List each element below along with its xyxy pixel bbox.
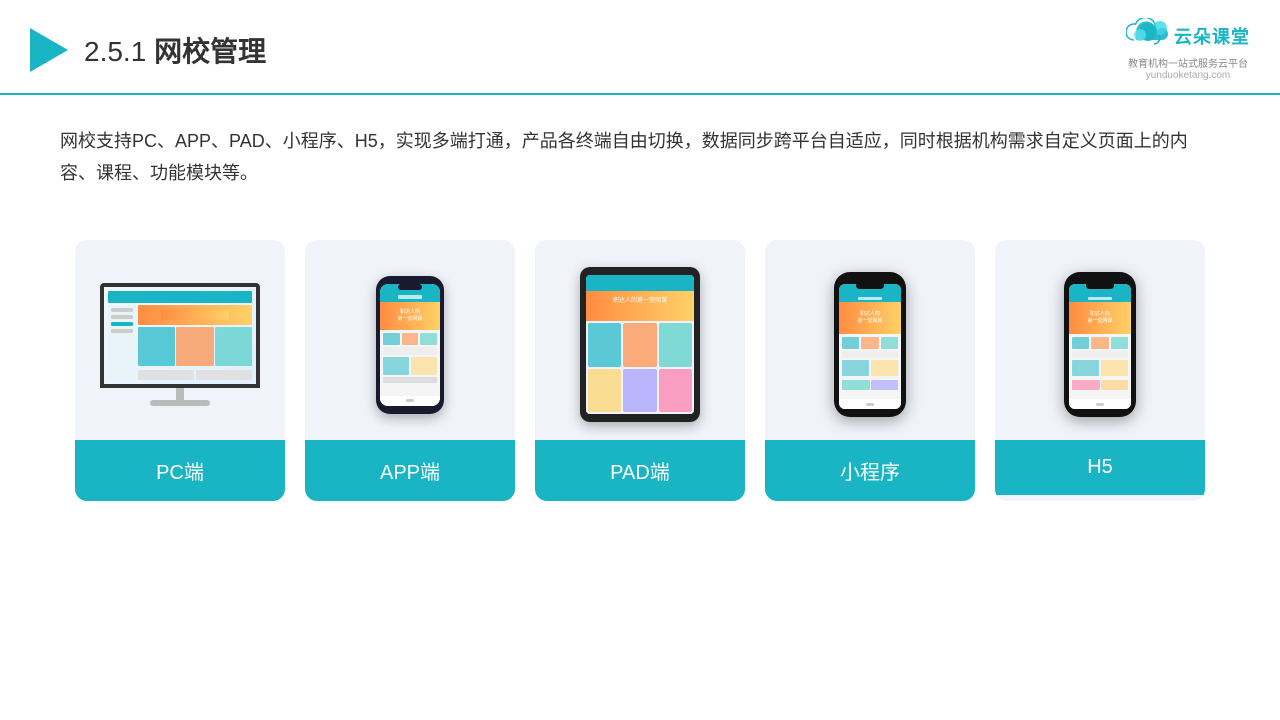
header-left: 2.5.1 网校管理 <box>30 28 266 72</box>
card-miniapp: 职达人的第一堂网课 <box>765 240 975 501</box>
phone-notch-small-h5 <box>1086 282 1114 289</box>
card-h5: 职达人的第一堂网课 <box>995 240 1205 501</box>
card-miniapp-image: 职达人的第一堂网课 <box>765 240 975 440</box>
card-app-label: APP端 <box>305 440 515 501</box>
description-text: 网校支持PC、APP、PAD、小程序、H5，实现多端打通，产品各终端自由切换，数… <box>0 95 1280 200</box>
monitor-screen <box>100 283 260 388</box>
header: 2.5.1 网校管理 云朵课堂 教育机构一站式服务云平台 yunduoketan… <box>0 0 1280 95</box>
cloud-icon <box>1126 18 1170 53</box>
phone-screen-h5: 职达人的第一堂网课 <box>1069 284 1131 409</box>
title-cn: 网校管理 <box>154 36 266 67</box>
phone-mockup-h5: 职达人的第一堂网课 <box>1064 272 1136 417</box>
logo-domain: yunduoketang.com <box>1146 70 1231 81</box>
monitor-mockup <box>100 283 260 406</box>
card-app: 职达人的第一堂网课 <box>305 240 515 501</box>
card-miniapp-label: 小程序 <box>765 440 975 501</box>
page-title: 2.5.1 网校管理 <box>84 30 266 70</box>
phone-mockup-app: 职达人的第一堂网课 <box>376 276 444 414</box>
card-pc-label: PC端 <box>75 440 285 501</box>
play-icon <box>30 28 68 72</box>
phone-notch <box>398 284 422 290</box>
logo-tagline: 教育机构一站式服务云平台 <box>1128 55 1248 70</box>
card-pc: PC端 <box>75 240 285 501</box>
tablet-screen: 职达人的第一堂网课 <box>586 275 694 414</box>
phone-notch-small <box>856 282 884 289</box>
phone-screen: 职达人的第一堂网课 <box>380 284 440 406</box>
card-pad: 职达人的第一堂网课 PAD端 <box>535 240 745 501</box>
card-app-image: 职达人的第一堂网课 <box>305 240 515 440</box>
logo-text: 云朵课堂 <box>1174 23 1250 49</box>
phone-mockup-miniapp: 职达人的第一堂网课 <box>834 272 906 417</box>
phone-screen-miniapp: 职达人的第一堂网课 <box>839 284 901 409</box>
tablet-mockup: 职达人的第一堂网课 <box>580 267 700 422</box>
card-pad-label: PAD端 <box>535 440 745 501</box>
card-h5-label: H5 <box>995 440 1205 495</box>
logo-cloud: 云朵课堂 <box>1126 18 1250 53</box>
description-paragraph: 网校支持PC、APP、PAD、小程序、H5，实现多端打通，产品各终端自由切换，数… <box>60 125 1220 190</box>
title-number: 2.5.1 <box>84 36 146 67</box>
card-pad-image: 职达人的第一堂网课 <box>535 240 745 440</box>
logo-area: 云朵课堂 教育机构一站式服务云平台 yunduoketang.com <box>1126 18 1250 81</box>
card-pc-image <box>75 240 285 440</box>
cards-container: PC端 职达人的第一堂网课 <box>0 210 1280 531</box>
card-h5-image: 职达人的第一堂网课 <box>995 240 1205 440</box>
